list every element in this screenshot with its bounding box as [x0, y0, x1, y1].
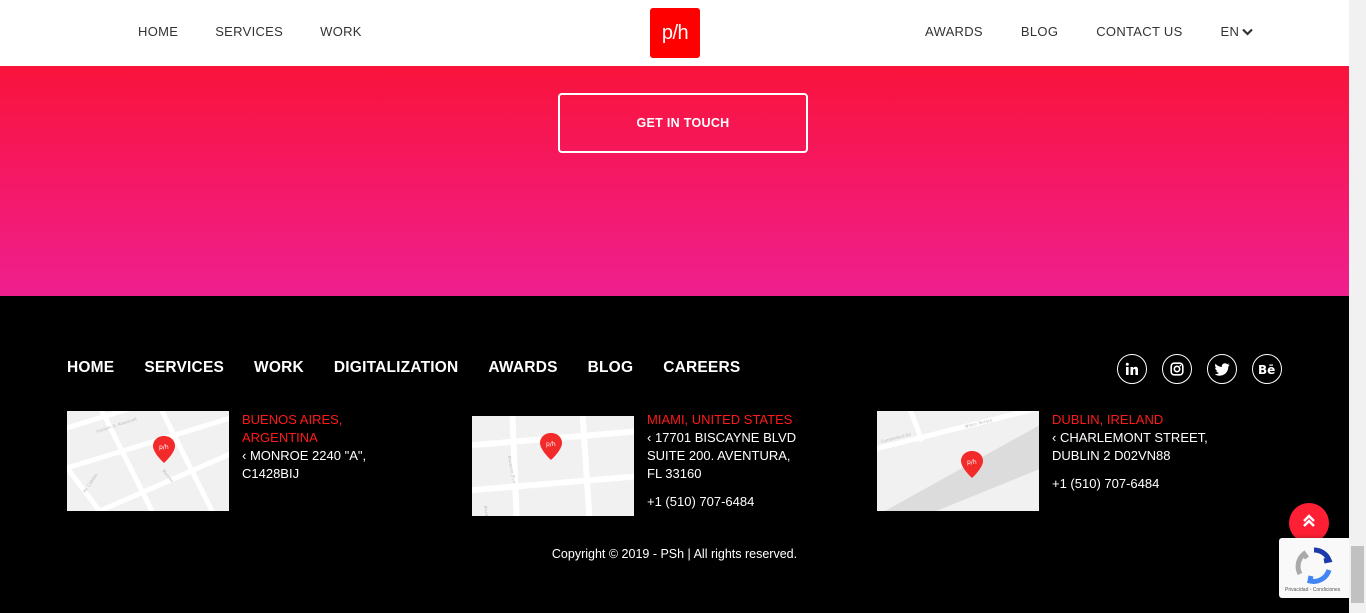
- nav-work-link[interactable]: WORK: [320, 24, 362, 39]
- svg-text:Wilton Terrace: Wilton Terrace: [964, 417, 993, 429]
- chevron-down-icon: [1242, 24, 1253, 39]
- map-thumbnail-buenos-aires[interactable]: Franklin D. Roosevelt Av. Cabildo Monroe…: [67, 411, 229, 511]
- office-address-line: ‹ 17701 BISCAYNE BLVD: [647, 430, 797, 445]
- office-dublin: Cumberland Rd Wilton Terrace p/h DUBLIN,…: [877, 411, 1208, 511]
- get-in-touch-button[interactable]: GET IN TOUCH: [558, 93, 808, 153]
- footer-nav-careers[interactable]: CAREERS: [663, 359, 740, 377]
- footer-nav-blog[interactable]: BLOG: [588, 359, 634, 377]
- twitter-icon[interactable]: [1207, 354, 1237, 384]
- office-info-dublin: DUBLIN, IRELAND ‹ CHARLEMONT STREET, DUB…: [1052, 411, 1208, 511]
- svg-text:p/h: p/h: [546, 441, 556, 448]
- behance-icon[interactable]: Bē: [1252, 354, 1282, 384]
- nav-contact-us-link[interactable]: CONTACT US: [1096, 24, 1182, 39]
- psh-logo[interactable]: p/h: [650, 8, 700, 58]
- svg-text:Av. Cabildo: Av. Cabildo: [82, 472, 99, 493]
- office-info-buenos-aires: BUENOS AIRES, ARGENTINA ‹ MONROE 2240 "A…: [242, 411, 382, 511]
- office-address-line: FL 33160: [647, 466, 702, 481]
- map-thumbnail-dublin[interactable]: Cumberland Rd Wilton Terrace p/h: [877, 411, 1039, 511]
- svg-text:p/h: p/h: [967, 459, 977, 466]
- svg-text:Biscayne Blvd: Biscayne Blvd: [483, 505, 493, 516]
- office-info-miami: MIAMI, UNITED STATES ‹ 17701 BISCAYNE BL…: [647, 411, 796, 516]
- linkedin-icon[interactable]: [1117, 354, 1147, 384]
- double-chevron-up-icon: [1302, 513, 1316, 533]
- footer-nav-home[interactable]: HOME: [67, 359, 114, 377]
- footer-nav: HOME SERVICES WORK DIGITALIZATION AWARDS…: [67, 359, 770, 377]
- office-buenos-aires: Franklin D. Roosevelt Av. Cabildo Monroe…: [67, 411, 382, 511]
- recaptcha-terms[interactable]: Privacidad - Condiciones: [1285, 587, 1340, 593]
- svg-text:p/h: p/h: [159, 444, 169, 451]
- language-selector[interactable]: EN: [1221, 24, 1254, 39]
- recaptcha-badge[interactable]: Privacidad - Condiciones: [1279, 538, 1349, 598]
- scrollbar-thumb[interactable]: [1351, 546, 1364, 603]
- contact-hero-section: GET IN TOUCH: [0, 66, 1349, 296]
- nav-awards-link[interactable]: AWARDS: [925, 24, 983, 39]
- office-address-line: ‹ CHARLEMONT STREET,: [1052, 430, 1208, 445]
- page-scrollbar[interactable]: [1349, 0, 1366, 613]
- office-address-line: C1428BIJ: [242, 466, 300, 481]
- nav-home-link[interactable]: HOME: [138, 24, 178, 39]
- office-phone[interactable]: +1 (510) 707-6484: [647, 493, 796, 511]
- svg-text:Bē: Bē: [1258, 363, 1275, 375]
- office-address-line: DUBLIN 2 D02VN88: [1052, 448, 1171, 463]
- instagram-icon[interactable]: [1162, 354, 1192, 384]
- office-city: BUENOS AIRES, ARGENTINA: [242, 412, 343, 445]
- copyright-text: Copyright © 2019 - PSh | All rights rese…: [551, 547, 798, 561]
- social-links: Bē: [1117, 354, 1282, 384]
- office-city: MIAMI, UNITED STATES: [647, 412, 793, 427]
- nav-services-link[interactable]: SERVICES: [215, 24, 283, 39]
- office-address-line: SUITE 200. AVENTURA,: [647, 448, 791, 463]
- footer-nav-services[interactable]: SERVICES: [144, 359, 224, 377]
- footer-nav-digitalization[interactable]: DIGITALIZATION: [334, 359, 458, 377]
- scroll-to-top-button[interactable]: [1289, 503, 1329, 543]
- top-navigation-bar: HOME SERVICES WORK p/h AWARDS BLOG CONTA…: [0, 0, 1349, 66]
- language-label: EN: [1220, 23, 1240, 39]
- office-phone[interactable]: +1 (510) 707-6484: [1052, 475, 1208, 493]
- office-miami: Biscayne Blvd Biscayne Blvd p/h MIAMI, U…: [472, 412, 796, 516]
- footer-nav-awards[interactable]: AWARDS: [488, 359, 557, 377]
- nav-left: HOME SERVICES WORK: [138, 0, 399, 62]
- footer-nav-work[interactable]: WORK: [254, 359, 304, 377]
- footer: HOME SERVICES WORK DIGITALIZATION AWARDS…: [0, 296, 1349, 613]
- nav-right: AWARDS BLOG CONTACT US EN: [925, 0, 1291, 62]
- office-city: DUBLIN, IRELAND: [1052, 412, 1164, 427]
- office-address-line: ‹ MONROE 2240 "A",: [242, 448, 367, 463]
- nav-blog-link[interactable]: BLOG: [1021, 24, 1058, 39]
- map-thumbnail-miami[interactable]: Biscayne Blvd Biscayne Blvd p/h: [472, 416, 634, 516]
